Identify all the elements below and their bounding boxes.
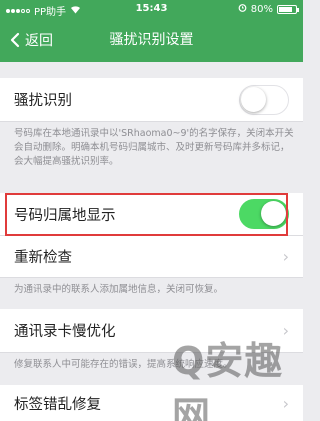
recheck-row[interactable]: 重新检查 › bbox=[0, 236, 303, 278]
toggle-knob bbox=[261, 201, 286, 226]
harassment-id-toggle[interactable] bbox=[239, 85, 289, 115]
recheck-label: 重新检查 bbox=[14, 250, 72, 266]
label-repair-row[interactable]: 标签错乱修复 › bbox=[0, 385, 303, 421]
harassment-id-label: 骚扰识别 bbox=[14, 93, 72, 109]
harassment-id-description: 号码库在本地通讯录中以'SRhaoma0~9'的名字保存，关闭本开关会自动删除。… bbox=[14, 128, 294, 167]
alarm-icon bbox=[238, 3, 247, 15]
chevron-right-icon: › bbox=[282, 393, 289, 413]
chevron-right-icon: › bbox=[282, 321, 289, 340]
chevron-right-icon: › bbox=[282, 247, 289, 266]
harassment-id-row: 骚扰识别 bbox=[0, 78, 303, 122]
contacts-optimize-description: 修复联系人中可能存在的错误，提高系统响应速度。 bbox=[14, 359, 233, 370]
page-title: 骚扰识别设置 bbox=[109, 32, 194, 48]
location-display-toggle[interactable] bbox=[239, 199, 289, 229]
location-display-label: 号码归属地显示 bbox=[14, 207, 116, 224]
navigation-bar: 返回 骚扰识别设置 bbox=[0, 18, 303, 62]
status-bar: PP助手 15:43 80% bbox=[0, 0, 303, 18]
recheck-description: 为通讯录中的联系人添加属地信息，关闭可恢复。 bbox=[14, 284, 224, 295]
label-repair-label: 标签错乱修复 bbox=[14, 396, 101, 413]
toggle-knob bbox=[241, 87, 266, 112]
location-display-row: 号码归属地显示 bbox=[0, 193, 303, 236]
battery-percent: 80% bbox=[250, 3, 273, 15]
contacts-optimize-row[interactable]: 通讯录卡慢优化 › bbox=[0, 309, 303, 353]
battery-fill bbox=[279, 6, 292, 12]
contacts-optimize-label: 通讯录卡慢优化 bbox=[14, 324, 116, 340]
battery-icon bbox=[277, 4, 299, 14]
